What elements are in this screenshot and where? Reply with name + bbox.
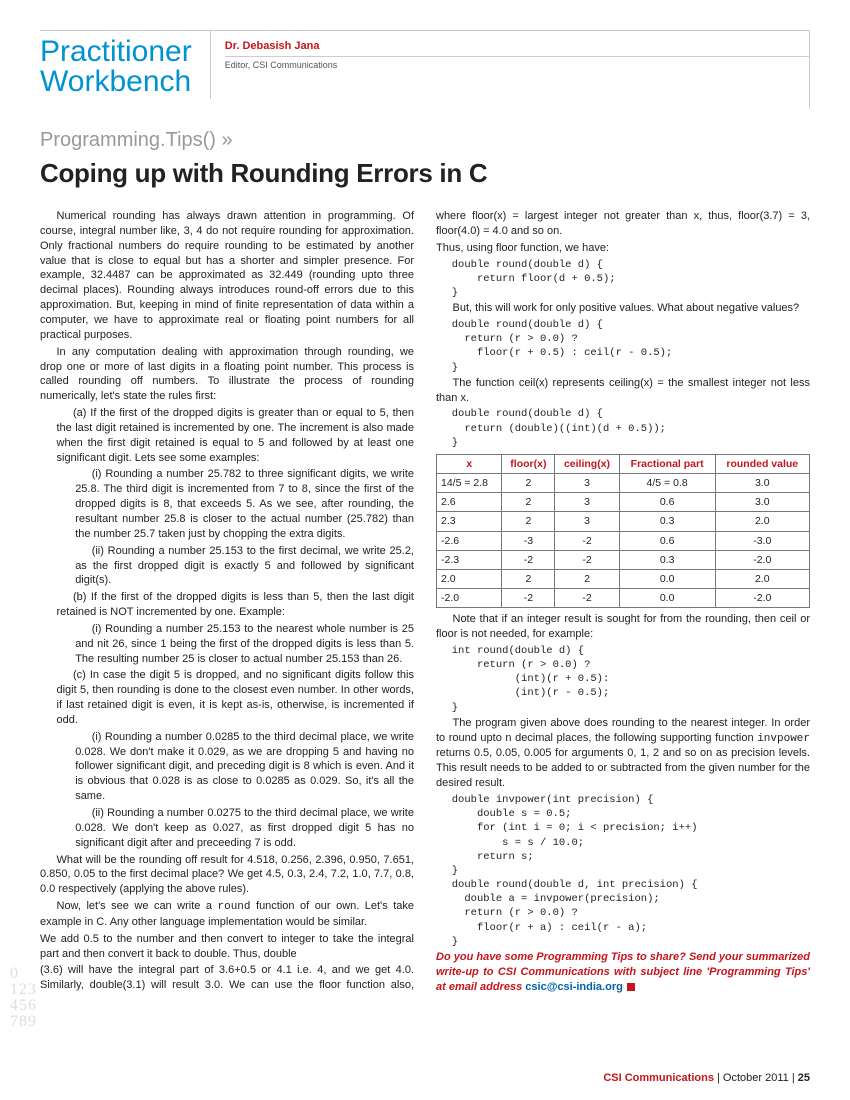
- table-cell: -2.6: [437, 531, 502, 550]
- table-cell: -2: [555, 550, 619, 569]
- table-header: x: [437, 454, 502, 473]
- table-cell: -2.3: [437, 550, 502, 569]
- table-cell: 3.0: [715, 493, 809, 512]
- table-cell: 3: [555, 493, 619, 512]
- watermark-numbers: 0 123 456 789: [10, 966, 37, 1030]
- table-cell: 2: [502, 493, 555, 512]
- list-item-ii: (ii) Rounding a number 0.0275 to the thi…: [40, 806, 414, 851]
- table-cell: -2: [502, 589, 555, 608]
- header: Practitioner Workbench Dr. Debasish Jana…: [40, 30, 810, 99]
- table-row: 2.6230.63.0: [437, 493, 810, 512]
- table-cell: -2.0: [715, 589, 809, 608]
- code-block: int round(double d) { return (r > 0.0) ?…: [452, 644, 810, 715]
- para: But, this will work for only positive va…: [436, 301, 810, 316]
- code-block: double round(double d) { return floor(d …: [452, 258, 810, 301]
- table-cell: 2: [502, 474, 555, 493]
- table-cell: 3.0: [715, 474, 809, 493]
- table-cell: 2.6: [437, 493, 502, 512]
- section-label: Programming.Tips() »: [40, 127, 810, 154]
- article-body: Numerical rounding has always drawn atte…: [40, 209, 810, 995]
- list-item-i: (i) Rounding a number 25.782 to three si…: [40, 467, 414, 541]
- table-cell: 0.0: [619, 589, 715, 608]
- end-mark-icon: [627, 983, 635, 991]
- table-cell: -2: [555, 589, 619, 608]
- list-item-c: (c) In case the digit 5 is dropped, and …: [40, 668, 414, 727]
- table-cell: 2: [502, 512, 555, 531]
- para: Numerical rounding has always drawn atte…: [40, 209, 414, 343]
- table-cell: 2.0: [715, 569, 809, 588]
- table-cell: 0.6: [619, 531, 715, 550]
- table-cell: 2: [555, 569, 619, 588]
- para: Thus, using floor function, we have:: [436, 241, 810, 256]
- call-to-action: Do you have some Programming Tips to sha…: [436, 950, 810, 995]
- para: The function ceil(x) represents ceiling(…: [436, 376, 810, 406]
- code-block: double round(double d) { return (double)…: [452, 407, 810, 450]
- article-title: Coping up with Rounding Errors in C: [40, 156, 810, 191]
- table-cell: 0.0: [619, 569, 715, 588]
- list-item-a: (a) If the first of the dropped digits i…: [40, 406, 414, 465]
- table-cell: 0.6: [619, 493, 715, 512]
- list-item-b: (b) If the first of the dropped digits i…: [40, 590, 414, 620]
- table-cell: 2: [502, 569, 555, 588]
- table-header: rounded value: [715, 454, 809, 473]
- table-cell: -3.0: [715, 531, 809, 550]
- table-cell: -2.0: [715, 550, 809, 569]
- footer: CSI Communications | October 2011 | 25: [603, 1071, 810, 1086]
- page-number: 25: [798, 1072, 810, 1084]
- table-cell: -2.0: [437, 589, 502, 608]
- table-cell: 14/5 = 2.8: [437, 474, 502, 493]
- issue-date: October 2011: [723, 1072, 789, 1084]
- table-cell: 0.3: [619, 550, 715, 569]
- table-cell: 0.3: [619, 512, 715, 531]
- table-cell: 3: [555, 474, 619, 493]
- table-row: 2.3230.32.0: [437, 512, 810, 531]
- table-cell: 4/5 = 0.8: [619, 474, 715, 493]
- table-row: -2.0-2-20.0-2.0: [437, 589, 810, 608]
- email-link[interactable]: csic@csi-india.org: [525, 981, 623, 993]
- table-cell: 2.3: [437, 512, 502, 531]
- table-cell: -3: [502, 531, 555, 550]
- list-item-i: (i) Rounding a number 25.153 to the near…: [40, 622, 414, 667]
- table-cell: 2.0: [715, 512, 809, 531]
- table-cell: 3: [555, 512, 619, 531]
- author-name: Dr. Debasish Jana: [225, 39, 810, 57]
- byline: Dr. Debasish Jana Editor, CSI Communicat…: [211, 31, 810, 71]
- code-block: double round(double d) { return (r > 0.0…: [452, 318, 810, 375]
- table-header: floor(x): [502, 454, 555, 473]
- publication-name: CSI Communications: [603, 1072, 714, 1084]
- table-header: ceiling(x): [555, 454, 619, 473]
- table-row: 14/5 = 2.8234/5 = 0.83.0: [437, 474, 810, 493]
- table-cell: -2: [555, 531, 619, 550]
- table-row: -2.3-2-20.3-2.0: [437, 550, 810, 569]
- workbench-line2: Workbench: [40, 65, 191, 98]
- para: In any computation dealing with approxim…: [40, 345, 414, 404]
- table-row: -2.6-3-20.6-3.0: [437, 531, 810, 550]
- para: What will be the rounding off result for…: [40, 853, 414, 898]
- table-cell: -2: [502, 550, 555, 569]
- para: The program given above does rounding to…: [436, 716, 810, 791]
- workbench-title: Practitioner Workbench: [40, 31, 211, 99]
- table-row: 2.0220.02.0: [437, 569, 810, 588]
- para: We add 0.5 to the number and then conver…: [40, 932, 414, 962]
- para: Note that if an integer result is sought…: [436, 612, 810, 642]
- author-role: Editor, CSI Communications: [225, 59, 810, 71]
- list-item-ii: (ii) Rounding a number 25.153 to the fir…: [40, 544, 414, 589]
- table-cell: 2.0: [437, 569, 502, 588]
- code-block: double invpower(int precision) { double …: [452, 793, 810, 949]
- workbench-line1: Practitioner: [40, 35, 192, 68]
- para: Now, let's see we can write a round func…: [40, 899, 414, 930]
- rounding-table: xfloor(x)ceiling(x)Fractional partrounde…: [436, 454, 810, 608]
- list-item-i: (i) Rounding a number 0.0285 to the thir…: [40, 730, 414, 804]
- table-header: Fractional part: [619, 454, 715, 473]
